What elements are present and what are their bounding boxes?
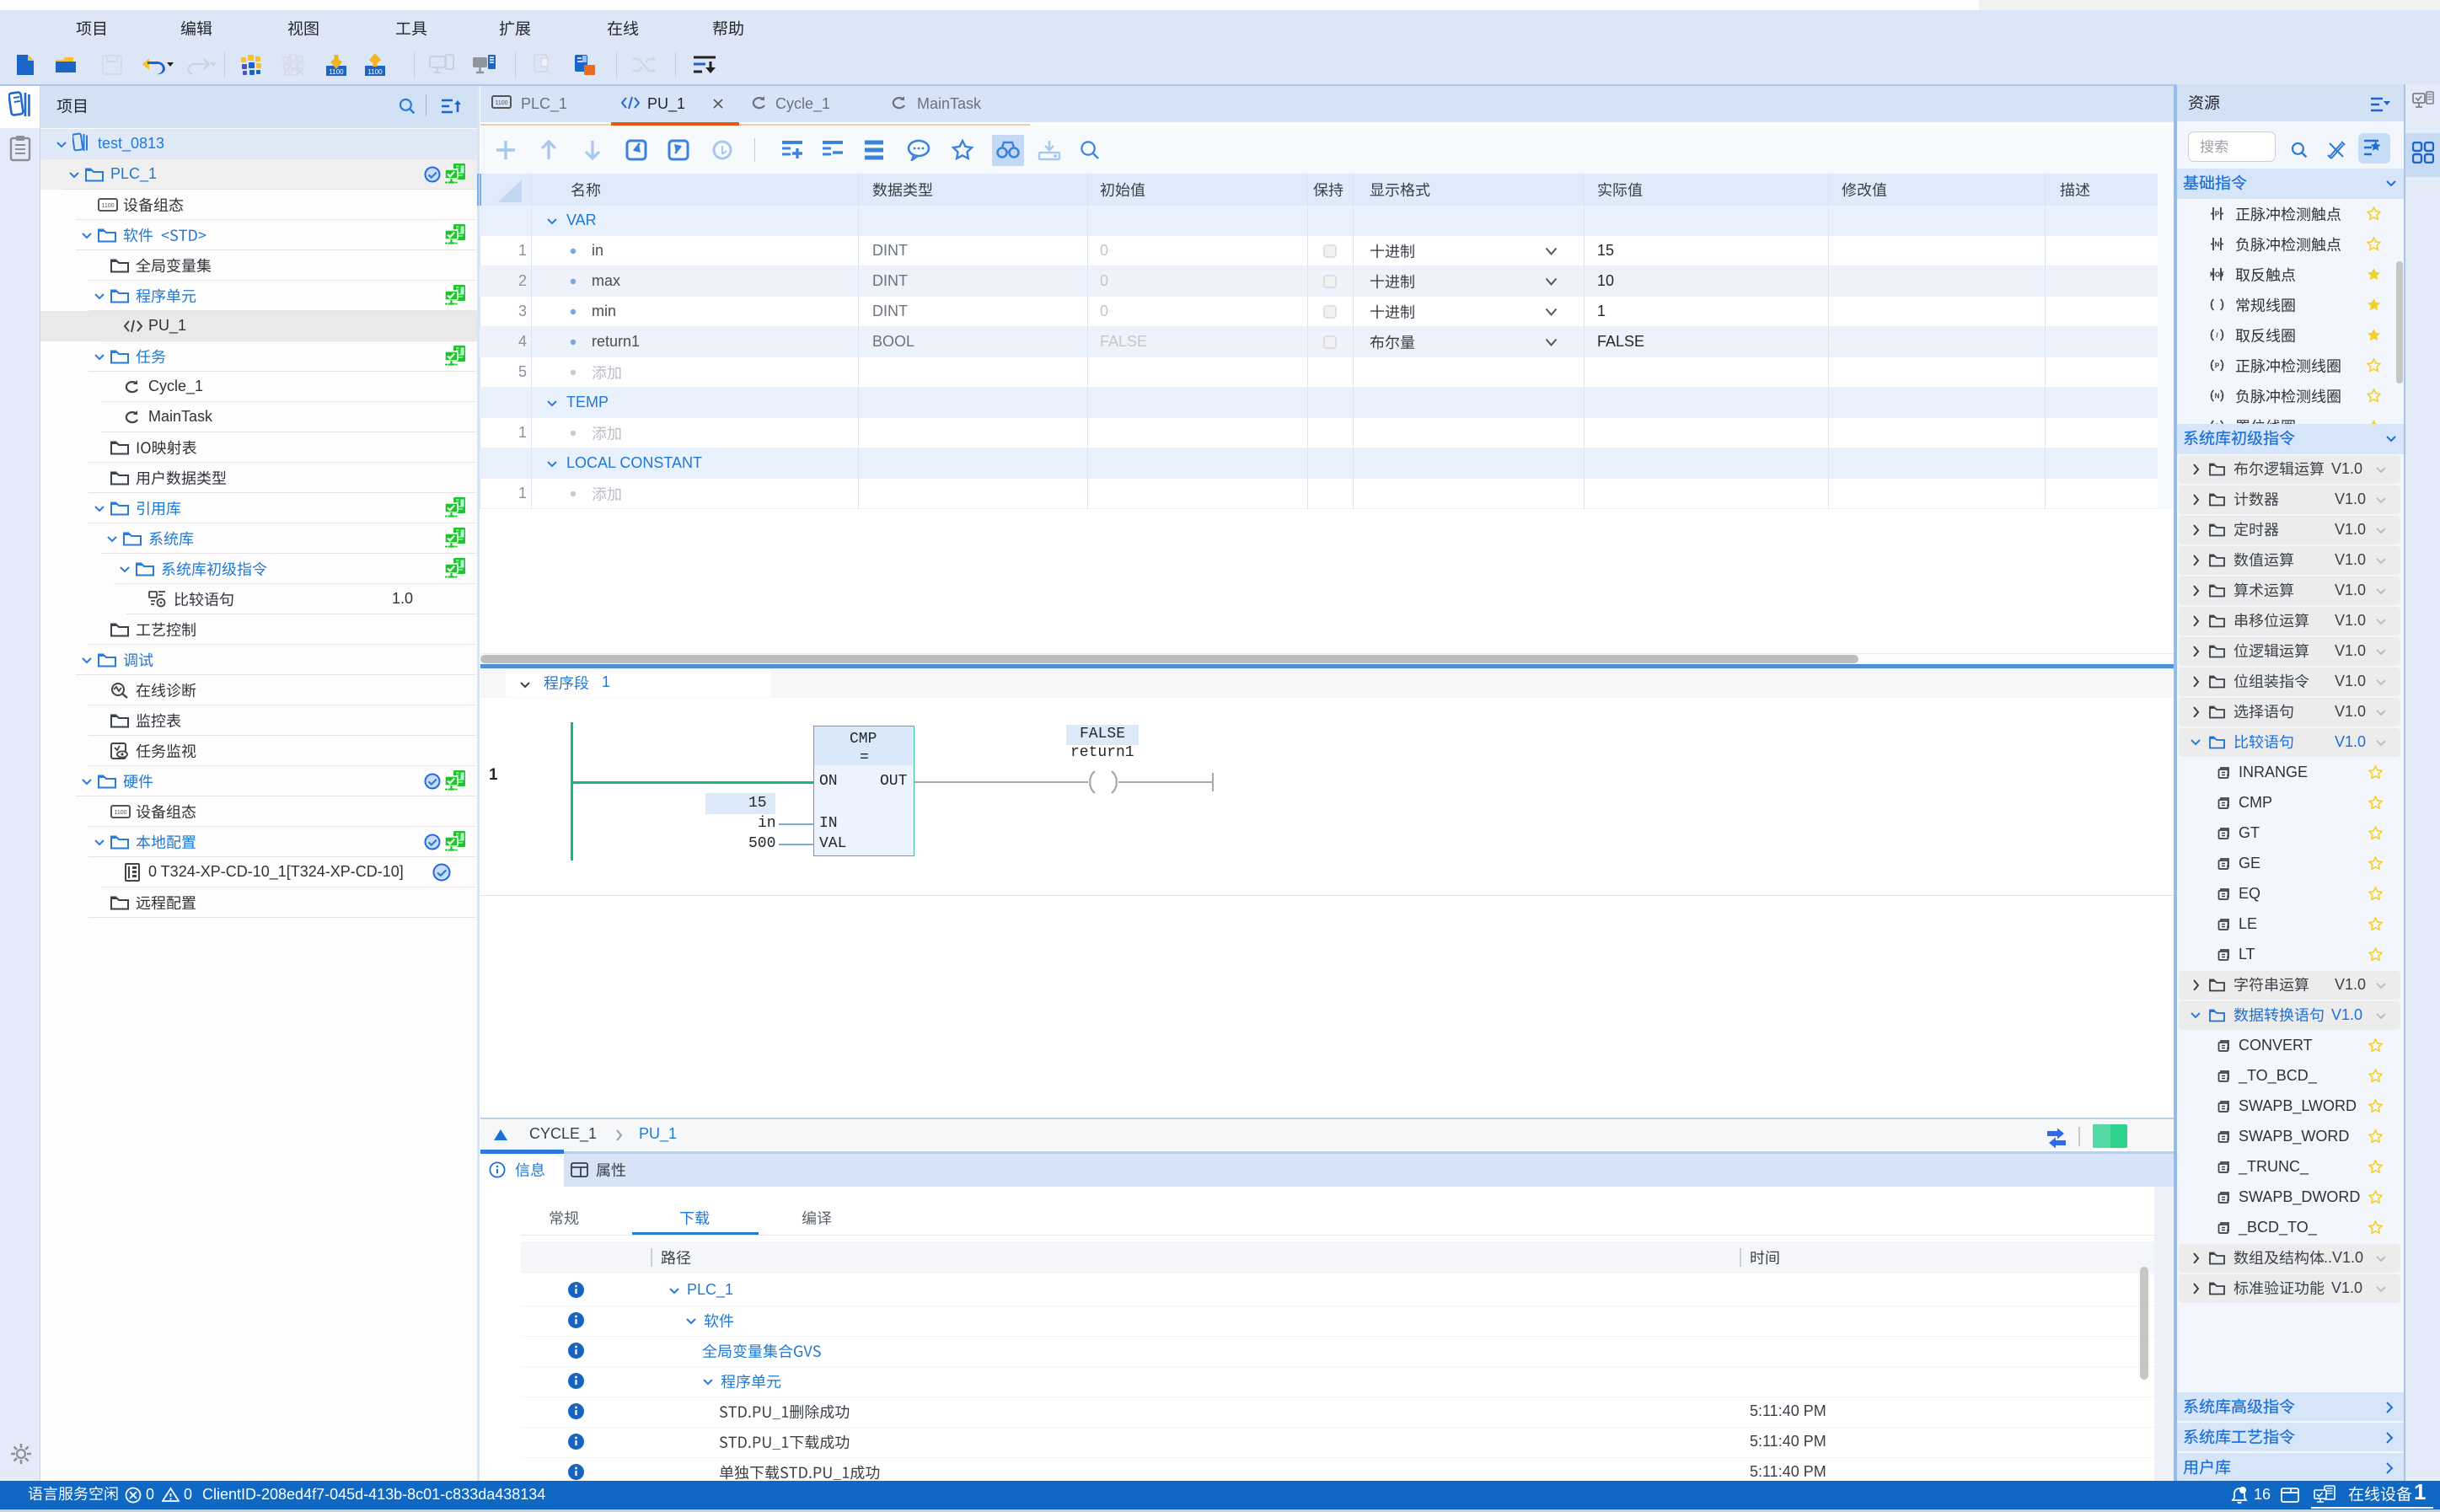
svg-text:N: N (2215, 393, 2220, 400)
svg-text:P: P (2215, 211, 2220, 218)
svg-text:NOT: NOT (2210, 271, 2224, 279)
svg-text:/: / (2216, 332, 2218, 340)
svg-text:1100: 1100 (367, 68, 383, 76)
svg-text:1100: 1100 (101, 203, 114, 209)
svg-text:1100: 1100 (495, 100, 507, 106)
svg-text:N: N (2215, 241, 2220, 249)
svg-text:1100: 1100 (114, 810, 126, 816)
svg-text:1100: 1100 (329, 68, 344, 76)
svg-text:P: P (2215, 362, 2220, 370)
